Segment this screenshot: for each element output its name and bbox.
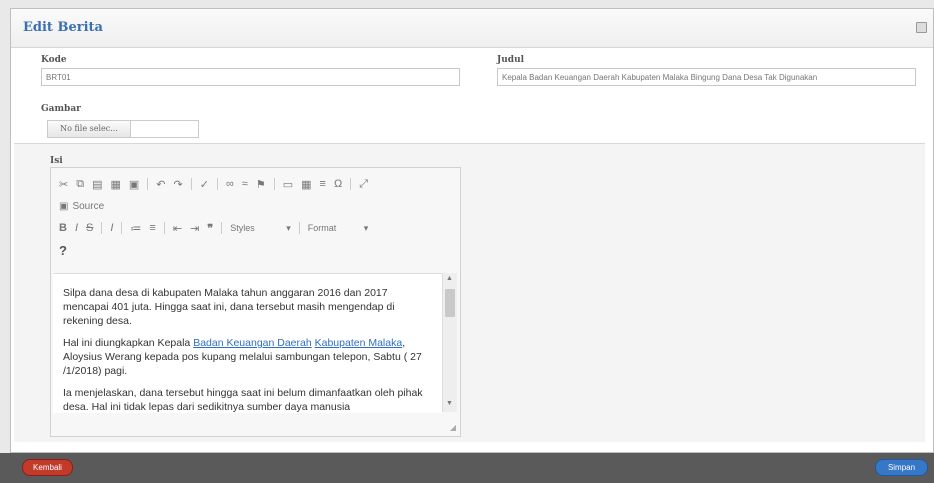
format-dropdown[interactable]: Format — [308, 223, 356, 233]
editor-toolbar-row3: B I S I ≔ ≡ ⇤ ⇥ ❞ Styles ▾ Format ▾ — [59, 220, 376, 236]
editor-toolbar-row1: ✂ ⧉ ▤ ▦ ▣ ↶ ↷ ✓ ∞ ≈ ⚑ ▭ ▦ ≡ Ω ⤢ — [59, 176, 376, 192]
source-button[interactable]: Source — [72, 201, 104, 212]
judul-input[interactable]: Kepala Badan Keuangan Daerah Kabupaten M… — [497, 68, 916, 86]
link-kabupaten-malaka[interactable]: Kabupaten Malaka — [315, 337, 403, 349]
source-icon[interactable]: ▣ — [59, 201, 68, 212]
styles-dropdown[interactable]: Styles — [230, 223, 278, 233]
content-paragraph-1: Silpa dana desa di kabupaten Malaka tahu… — [63, 287, 395, 327]
editor-scrollbar[interactable]: ▲ ▼ — [442, 273, 457, 412]
link-badan-keuangan[interactable]: Badan Keuangan Daerah — [193, 337, 312, 349]
kode-input[interactable]: BRT01 — [41, 68, 460, 86]
special-char-icon[interactable]: Ω — [334, 178, 342, 190]
spellcheck-icon[interactable]: ✓ — [200, 178, 209, 191]
format-dropdown-arrow-icon[interactable]: ▾ — [364, 223, 369, 234]
resize-handle-icon[interactable]: ◢ — [450, 423, 456, 432]
indent-icon[interactable]: ⇥ — [190, 222, 199, 235]
gambar-label: Gambar — [41, 104, 81, 114]
italic-icon[interactable]: I — [75, 222, 78, 234]
window-titlebar: Edit Berita — [11, 9, 933, 48]
bold-icon[interactable]: B — [59, 222, 67, 234]
rich-text-editor: ✂ ⧉ ▤ ▦ ▣ ↶ ↷ ✓ ∞ ≈ ⚑ ▭ ▦ ≡ Ω ⤢ ▣ Source… — [50, 167, 461, 437]
remove-format-icon[interactable]: I — [110, 222, 113, 234]
paste-icon[interactable]: ▤ — [92, 178, 102, 191]
anchor-icon[interactable]: ⚑ — [256, 178, 266, 191]
maximize-icon[interactable]: ⤢ — [359, 178, 368, 191]
bullet-list-icon[interactable]: ≡ — [149, 222, 155, 234]
outdent-icon[interactable]: ⇤ — [173, 222, 182, 235]
undo-icon[interactable]: ↶ — [156, 178, 165, 191]
copy-icon[interactable]: ⧉ — [76, 178, 84, 191]
scroll-down-icon[interactable]: ▼ — [446, 400, 453, 407]
window-maximize-icon[interactable] — [916, 22, 927, 33]
window-title: Edit Berita — [23, 20, 103, 35]
editor-content[interactable]: Silpa dana desa di kabupaten Malaka tahu… — [53, 273, 442, 413]
styles-dropdown-arrow-icon[interactable]: ▾ — [286, 223, 291, 234]
scroll-thumb[interactable] — [445, 289, 455, 317]
judul-label: Judul — [497, 55, 525, 65]
isi-label: Isi — [50, 156, 63, 166]
redo-icon[interactable]: ↷ — [174, 178, 183, 191]
help-icon[interactable]: ? — [59, 243, 67, 258]
cut-icon[interactable]: ✂ — [59, 178, 68, 191]
blockquote-icon[interactable]: ❞ — [207, 222, 213, 235]
content-paragraph-3: Ia menjelaskan, dana tersebut hingga saa… — [63, 387, 423, 413]
editor-toolbar-row2: ▣ Source — [59, 198, 112, 214]
link-icon[interactable]: ∞ — [226, 178, 234, 190]
paste-word-icon[interactable]: ▣ — [129, 178, 139, 191]
content-paragraph-2: Hal ini diungkapkan Kepala Badan Keuanga… — [63, 336, 434, 378]
strike-icon[interactable]: S — [86, 222, 93, 234]
footer-bar: Kembali Simpan — [0, 453, 934, 483]
file-select-button[interactable]: No file selec... — [48, 121, 131, 137]
paste-text-icon[interactable]: ▦ — [110, 178, 120, 191]
scroll-up-icon[interactable]: ▲ — [446, 275, 453, 282]
editor-toolbar-row4: ? — [59, 242, 75, 258]
back-button[interactable]: Kembali — [22, 459, 73, 476]
kode-label: Kode — [41, 55, 67, 65]
image-icon[interactable]: ▭ — [283, 178, 293, 191]
numbered-list-icon[interactable]: ≔ — [130, 222, 141, 235]
table-icon[interactable]: ▦ — [301, 178, 311, 191]
unlink-icon[interactable]: ≈ — [242, 178, 248, 190]
gambar-file-input[interactable]: No file selec... — [47, 120, 199, 138]
horizontal-rule-icon[interactable]: ≡ — [320, 178, 326, 190]
paragraph-2-prefix: Hal ini diungkapkan Kepala — [63, 337, 191, 349]
save-button[interactable]: Simpan — [875, 459, 928, 476]
